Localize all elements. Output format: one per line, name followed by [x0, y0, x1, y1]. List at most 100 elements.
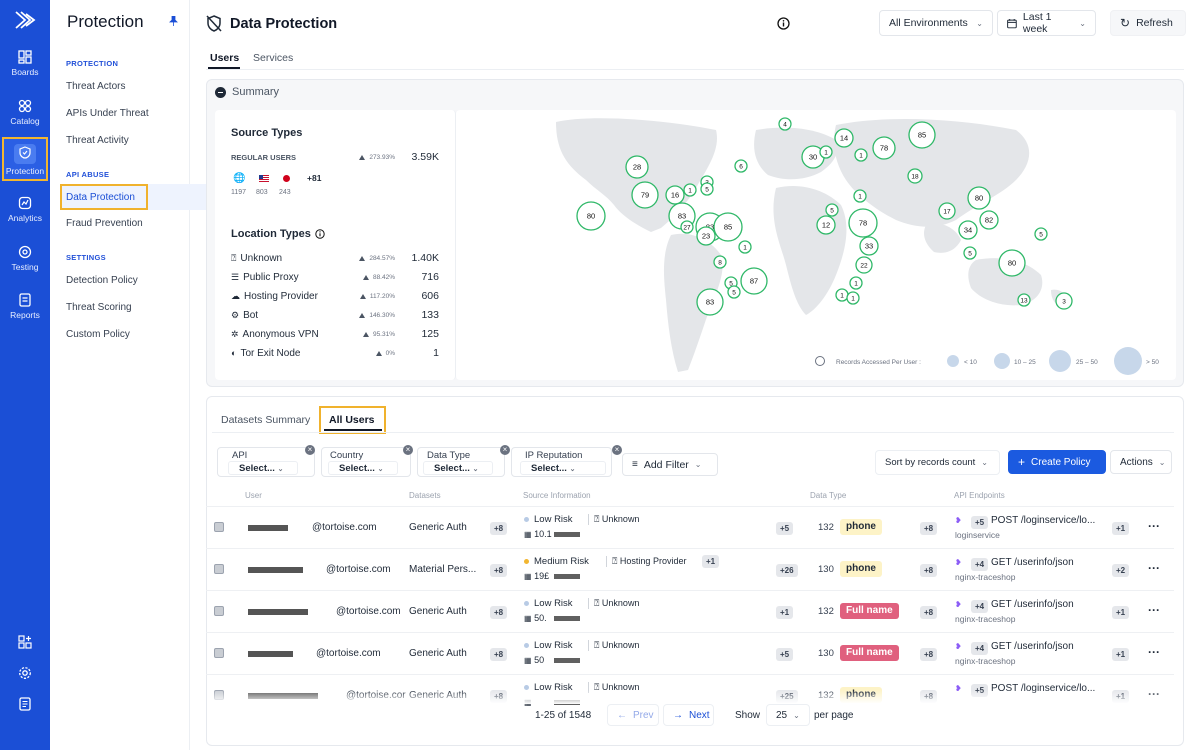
row-more-icon[interactable]: ···: [1148, 603, 1160, 617]
endpoint-more-chip[interactable]: +1: [1112, 648, 1130, 661]
tab-all-users[interactable]: All Users: [329, 414, 375, 426]
sidebar-item-fraud-prevention[interactable]: Fraud Prevention: [66, 218, 143, 229]
source-more-chip[interactable]: +5: [776, 522, 794, 535]
expand-row-icon[interactable]: [214, 522, 224, 532]
sidebar-item-threat-scoring[interactable]: Threat Scoring: [66, 302, 132, 313]
data-type-tag[interactable]: Full name: [840, 645, 899, 661]
expand-row-icon[interactable]: [214, 564, 224, 574]
source-more-chip[interactable]: +26: [776, 564, 798, 577]
api-endpoint[interactable]: GET /userinfo/json: [991, 641, 1074, 652]
sidebar-item-custom-policy[interactable]: Custom Policy: [66, 329, 130, 340]
refresh-button[interactable]: ↻ Refresh: [1110, 10, 1186, 36]
rail-item-protection[interactable]: Protection: [0, 144, 50, 176]
expand-row-icon[interactable]: [214, 606, 224, 616]
user-email[interactable]: @tortoise.com: [326, 564, 391, 575]
data-type-more-chip[interactable]: +8: [920, 606, 938, 619]
data-type-more-chip[interactable]: +8: [920, 648, 938, 661]
sidebar-item-data-protection[interactable]: Data Protection: [66, 192, 135, 203]
data-type-more-chip[interactable]: +8: [920, 522, 938, 535]
sidebar-item-threat-actors[interactable]: Threat Actors: [66, 81, 125, 92]
tab-services[interactable]: Services: [253, 52, 293, 64]
row-more-icon[interactable]: ···: [1148, 519, 1160, 533]
source-more-chip[interactable]: +5: [776, 648, 794, 661]
filter-data-type[interactable]: Data Type Select... ⌄ ×: [417, 445, 510, 477]
table-row[interactable]: @tortoise.com Material Pers... +8 Medium…: [206, 548, 1174, 590]
filter-data-type-select[interactable]: Select... ⌄: [423, 461, 493, 475]
dataset-more-chip[interactable]: +8: [490, 648, 508, 661]
table-row[interactable]: @tortoise.com Generic Auth +8 Low Risk ⍰…: [206, 632, 1174, 674]
filter-api-select[interactable]: Select... ⌄: [228, 461, 298, 475]
per-page-select[interactable]: 25 ⌄: [766, 704, 810, 726]
tab-users[interactable]: Users: [210, 52, 239, 64]
row-more-icon[interactable]: ···: [1148, 561, 1160, 575]
filter-ip-reputation[interactable]: IP Reputation Select... ⌄ ×: [511, 445, 622, 477]
data-type-tag[interactable]: phone: [840, 561, 882, 577]
api-more-chip[interactable]: +4: [971, 642, 989, 655]
rail-item-reports[interactable]: Reports: [0, 293, 50, 320]
world-map[interactable]: 4851430781128637916511883183808085272312…: [456, 110, 1176, 380]
tab-datasets-summary[interactable]: Datasets Summary: [221, 414, 310, 426]
dataset-more-chip[interactable]: +8: [490, 522, 508, 535]
sort-select[interactable]: Sort by records count ⌄: [875, 450, 1000, 475]
api-more-chip[interactable]: +5: [971, 516, 989, 529]
collapse-icon[interactable]: [215, 87, 226, 98]
filter-api-clear-icon[interactable]: ×: [305, 445, 315, 455]
actions-menu-button[interactable]: Actions ⌄: [1110, 450, 1172, 474]
dataset-more-chip[interactable]: +8: [490, 564, 508, 577]
filter-country-select[interactable]: Select... ⌄: [328, 461, 398, 475]
column-source-information[interactable]: Source Information: [523, 491, 591, 500]
rail-item-analytics[interactable]: Analytics: [0, 196, 50, 223]
column-data-type[interactable]: Data Type: [810, 491, 846, 500]
prev-page-button[interactable]: ← Prev: [607, 704, 659, 726]
map-bubble-count: 22: [860, 263, 868, 270]
filter-country[interactable]: Country Select... ⌄ ×: [321, 445, 413, 477]
column-user[interactable]: User: [245, 491, 262, 500]
pin-icon[interactable]: [169, 15, 178, 29]
add-filter-button[interactable]: ≡ Add Filter ⌄: [622, 453, 718, 476]
docs-icon[interactable]: [18, 697, 32, 714]
dataset-more-chip[interactable]: +8: [490, 606, 508, 619]
date-range-select[interactable]: Last 1 week ⌄: [997, 10, 1096, 36]
api-endpoint[interactable]: GET /userinfo/json: [991, 599, 1074, 610]
api-endpoint[interactable]: POST /loginservice/lo...: [991, 515, 1095, 526]
api-more-chip[interactable]: +4: [971, 558, 989, 571]
rail-item-testing[interactable]: Testing: [0, 245, 50, 272]
endpoint-more-chip[interactable]: +1: [1112, 522, 1130, 535]
api-endpoint[interactable]: GET /userinfo/json: [991, 557, 1074, 568]
environment-select[interactable]: All Environments ⌄: [879, 10, 993, 36]
filter-ip-reputation-select[interactable]: Select... ⌄: [520, 461, 606, 475]
user-email[interactable]: @tortoise.com: [336, 606, 401, 617]
data-type-tag[interactable]: phone: [840, 519, 882, 535]
table-row[interactable]: @tortoise.com Generic Auth +8 Low Risk ⍰…: [206, 590, 1174, 632]
source-more-chip[interactable]: +1: [776, 606, 794, 619]
rail-item-catalog[interactable]: Catalog: [0, 99, 50, 126]
expand-row-icon[interactable]: [214, 648, 224, 658]
info-icon[interactable]: [315, 229, 325, 239]
endpoint-more-chip[interactable]: +1: [1112, 606, 1130, 619]
settings-gear-icon[interactable]: [18, 666, 32, 683]
filter-api[interactable]: API Select... ⌄ ×: [217, 445, 315, 477]
filter-ip-reputation-clear-icon[interactable]: ×: [612, 445, 622, 455]
sidebar-item-apis-under-threat[interactable]: APIs Under Threat: [66, 108, 149, 119]
sidebar-item-threat-activity[interactable]: Threat Activity: [66, 135, 129, 146]
filter-country-clear-icon[interactable]: ×: [403, 445, 413, 455]
column-datasets[interactable]: Datasets: [409, 491, 441, 500]
row-more-icon[interactable]: ···: [1148, 645, 1160, 659]
data-type-tag[interactable]: Full name: [840, 603, 899, 619]
rail-item-boards[interactable]: Boards: [0, 50, 50, 77]
table-row[interactable]: @tortoise.com Generic Auth +8 Low Risk ⍰…: [206, 506, 1174, 548]
data-type-more-chip[interactable]: +8: [920, 564, 938, 577]
api-more-chip[interactable]: +4: [971, 600, 989, 613]
info-icon[interactable]: [777, 17, 790, 33]
integrations-icon[interactable]: [18, 635, 32, 652]
app-logo[interactable]: [14, 10, 36, 33]
create-policy-button[interactable]: + Create Policy: [1008, 450, 1106, 474]
filter-data-type-clear-icon[interactable]: ×: [500, 445, 510, 455]
column-api-endpoints[interactable]: API Endpoints: [954, 491, 1005, 500]
location-more-chip[interactable]: +1: [702, 555, 720, 568]
user-email[interactable]: @tortoise.com: [312, 522, 377, 533]
sidebar-item-detection-policy[interactable]: Detection Policy: [66, 275, 138, 286]
next-page-button[interactable]: → Next: [663, 704, 714, 726]
endpoint-more-chip[interactable]: +2: [1112, 564, 1130, 577]
user-email[interactable]: @tortoise.com: [316, 648, 381, 659]
